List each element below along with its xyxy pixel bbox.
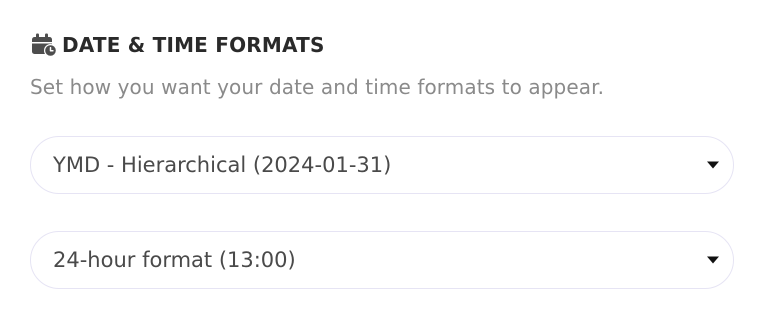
date-format-selected-value: YMD - Hierarchical (2024-01-31): [53, 153, 392, 177]
caret-down-icon: [707, 256, 719, 264]
calendar-clock-icon: [30, 32, 58, 58]
section-description: Set how you want your date and time form…: [30, 75, 605, 99]
section-title: DATE & TIME FORMATS: [62, 33, 325, 57]
time-format-select[interactable]: 24-hour format (13:00): [30, 231, 734, 289]
caret-down-icon: [707, 161, 719, 169]
date-format-select[interactable]: YMD - Hierarchical (2024-01-31): [30, 136, 734, 194]
section-header: DATE & TIME FORMATS: [30, 30, 736, 60]
time-format-selected-value: 24-hour format (13:00): [53, 248, 296, 272]
date-time-formats-section: DATE & TIME FORMATS Set how you want you…: [30, 30, 736, 289]
